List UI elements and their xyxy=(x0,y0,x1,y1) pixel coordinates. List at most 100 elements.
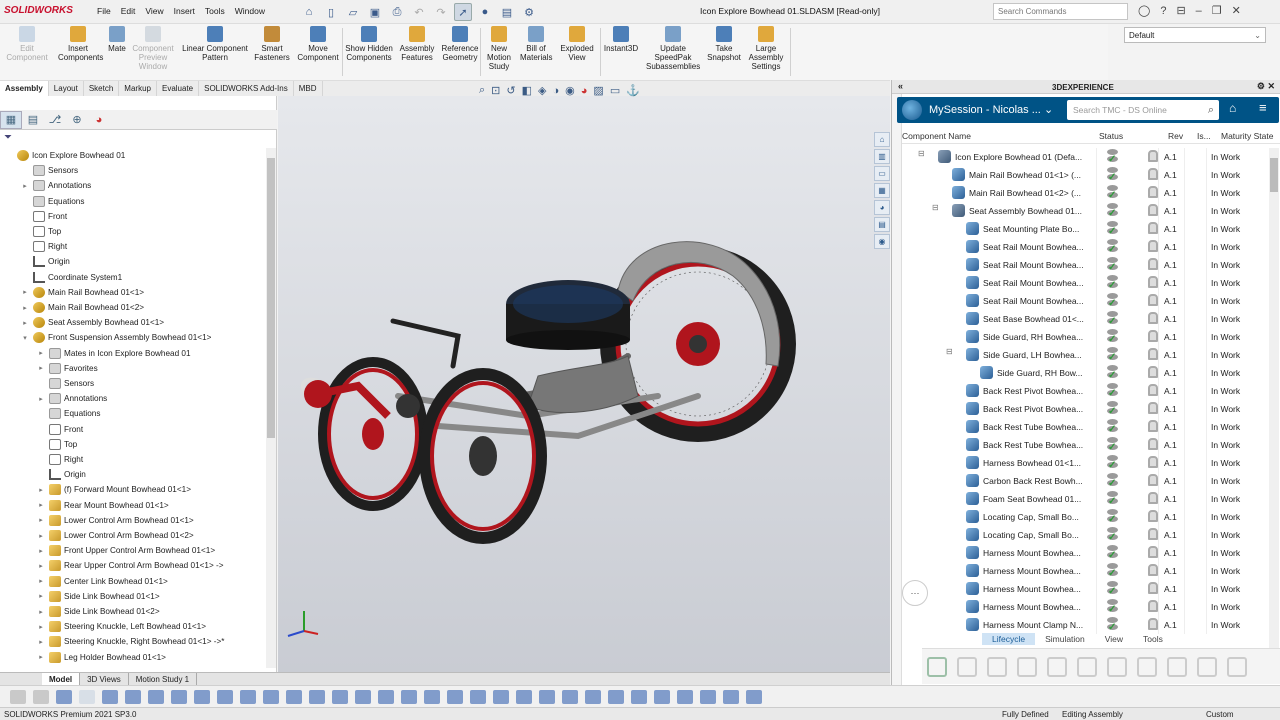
minimize-icon[interactable]: – xyxy=(1196,5,1202,17)
custom-properties-pane-icon[interactable]: ▤ xyxy=(874,217,890,232)
component-row[interactable]: Seat Rail Mount Bowhea... ✓ A.1 In Work xyxy=(902,292,1272,310)
component-row[interactable]: ⊟ Seat Assembly Bowhead 01... ✓ A.1 In Work xyxy=(902,202,1272,220)
user-icon[interactable]: ◯ xyxy=(1138,4,1150,17)
filter-toolbar-icon[interactable] xyxy=(10,689,26,704)
filter-edges-icon[interactable] xyxy=(33,689,49,704)
tree-item[interactable]: Sensors xyxy=(20,163,78,178)
tree-item[interactable]: Right xyxy=(20,239,67,254)
lock-state-icon[interactable] xyxy=(1148,168,1158,180)
select-surface-icon[interactable] xyxy=(194,689,210,704)
tree-scroll-thumb[interactable] xyxy=(267,158,275,438)
component-row[interactable]: ⊟ Icon Explore Bowhead 01 (Defa... ✓ A.1 In … xyxy=(902,148,1272,166)
tree-item[interactable]: ▸ Annotations xyxy=(20,178,91,193)
lock-state-icon[interactable] xyxy=(1148,330,1158,342)
lock-state-icon[interactable] xyxy=(1148,222,1158,234)
action-tab-tools[interactable]: Tools xyxy=(1133,633,1173,645)
select-dimension-icon[interactable] xyxy=(309,689,325,704)
command-assembly-features[interactable]: Assembly Features xyxy=(398,26,436,62)
lock-state-icon[interactable] xyxy=(1148,420,1158,432)
select-axis-icon[interactable] xyxy=(217,689,233,704)
menu-edit[interactable]: Edit xyxy=(121,6,136,16)
expand-toggle-icon[interactable]: ▸ xyxy=(36,486,46,494)
tree-item[interactable]: ▸ Seat Assembly Bowhead 01<1> xyxy=(20,315,164,330)
select-toolbar-icon[interactable] xyxy=(56,689,72,704)
save-to-platform-icon[interactable] xyxy=(927,656,947,677)
lock-state-icon[interactable] xyxy=(1148,546,1158,558)
component-row[interactable]: Carbon Back Rest Bowh... ✓ A.1 In Work xyxy=(902,472,1272,490)
menu-view[interactable]: View xyxy=(145,6,163,16)
select-component-icon[interactable] xyxy=(447,689,463,704)
search-commands-input[interactable]: Search Commands xyxy=(993,3,1128,20)
select-route-icon[interactable] xyxy=(470,689,486,704)
pane-options-icon[interactable]: ⚙ ✕ xyxy=(1257,81,1275,92)
tree-item[interactable]: ▸ (f) Forward Mount Bowhead 01<1> xyxy=(36,482,191,497)
command-edit-component[interactable]: Edit Component xyxy=(4,26,50,62)
action-tab-view[interactable]: View xyxy=(1095,633,1133,645)
expand-toggle-icon[interactable]: ▸ xyxy=(20,288,30,296)
menu-file[interactable]: File xyxy=(97,6,111,16)
select-table-icon[interactable] xyxy=(516,689,532,704)
traffic-light-icon[interactable]: ● xyxy=(476,3,494,21)
select-region-icon[interactable] xyxy=(677,689,693,704)
filter-icon[interactable]: ⏷ xyxy=(4,132,12,143)
collapse-toggle-icon[interactable]: ⊟ xyxy=(946,347,953,356)
tag-icon[interactable]: ⌂ xyxy=(1229,101,1236,115)
component-row[interactable]: Side Guard, RH Bow... ✓ A.1 In Work xyxy=(902,364,1272,382)
component-row[interactable]: Seat Mounting Plate Bo... ✓ A.1 In Work xyxy=(902,220,1272,238)
tab-3d-views[interactable]: 3D Views xyxy=(80,673,129,685)
collapse-pane-icon[interactable]: « xyxy=(898,81,903,91)
column-status[interactable]: Status xyxy=(1099,131,1123,141)
tree-item[interactable]: ▸ Lower Control Arm Bowhead 01<2> xyxy=(36,528,194,543)
select-mesh-icon[interactable] xyxy=(700,689,716,704)
expand-toggle-icon[interactable]: ▸ xyxy=(36,577,46,585)
command-show-hidden-components[interactable]: Show Hidden Components xyxy=(344,26,394,62)
select-tolerance-icon[interactable] xyxy=(401,689,417,704)
select-label-icon[interactable] xyxy=(539,689,555,704)
lock-state-icon[interactable] xyxy=(1148,204,1158,216)
component-row[interactable]: Locating Cap, Small Bo... ✓ A.1 In Work xyxy=(902,508,1272,526)
session-selector[interactable]: MySession - Nicolas ... ⌄ xyxy=(929,103,1053,116)
open-folder-icon[interactable]: ▱ xyxy=(344,3,362,21)
component-row[interactable]: Back Rest Tube Bowhea... ✓ A.1 In Work xyxy=(902,418,1272,436)
file-properties-icon[interactable]: ▤ xyxy=(498,3,516,21)
settings-icon[interactable] xyxy=(1077,656,1097,677)
menu-window[interactable]: Window xyxy=(235,6,265,16)
tree-item[interactable]: Origin xyxy=(36,467,86,482)
tree-item[interactable]: Sensors xyxy=(36,376,94,391)
menu-insert[interactable]: Insert xyxy=(174,6,195,16)
select-misc-icon[interactable] xyxy=(746,689,762,704)
tree-item[interactable]: ▸ Steering Knuckle, Right Bowhead 01<1> -… xyxy=(36,634,224,649)
display-manager-icon[interactable]: ◕ xyxy=(88,111,110,129)
select-edge-icon[interactable] xyxy=(125,689,141,704)
component-row[interactable]: Harness Bowhead 01<1... ✓ A.1 In Work xyxy=(902,454,1272,472)
expand-toggle-icon[interactable]: ▸ xyxy=(36,349,46,357)
action-tab-simulation[interactable]: Simulation xyxy=(1035,633,1095,645)
command-update-speedpak-subassemblies[interactable]: Update SpeedPak Subassemblies xyxy=(646,26,700,71)
tree-item[interactable]: ▸ Lower Control Arm Bowhead 01<1> xyxy=(36,513,194,528)
lock-icon[interactable] xyxy=(957,656,977,677)
tree-item[interactable]: Equations xyxy=(20,194,84,209)
edit-appearance-icon[interactable]: ◕ xyxy=(581,85,588,97)
expand-toggle-icon[interactable]: ▸ xyxy=(36,608,46,616)
select-graphic-icon[interactable] xyxy=(723,689,739,704)
tree-item[interactable]: Top xyxy=(36,437,77,452)
select-note-icon[interactable] xyxy=(332,689,348,704)
tab-model[interactable]: Model xyxy=(42,673,81,685)
tree-item[interactable]: Icon Explore Bowhead 01 xyxy=(4,148,125,163)
expand-toggle-icon[interactable]: ▸ xyxy=(36,638,46,646)
select-plane-icon[interactable] xyxy=(240,689,256,704)
select-mate-icon[interactable] xyxy=(424,689,440,704)
component-row[interactable]: Main Rail Bowhead 01<2> (... ✓ A.1 In Work xyxy=(902,184,1272,202)
share-icon[interactable] xyxy=(1197,656,1217,677)
feature-tree-icon[interactable]: ▦ xyxy=(0,110,22,129)
component-row[interactable]: Seat Rail Mount Bowhea... ✓ A.1 In Work xyxy=(902,238,1272,256)
expand-toggle-icon[interactable]: ▸ xyxy=(36,395,46,403)
hierarchy-icon[interactable] xyxy=(1137,656,1157,677)
options-gear-icon[interactable]: ⚙ xyxy=(520,3,538,21)
expand-toggle-icon[interactable]: ▸ xyxy=(36,516,46,524)
lock-state-icon[interactable] xyxy=(1148,600,1158,612)
view-palette-pane-icon[interactable]: ▦ xyxy=(874,183,890,198)
command-bill-of-materials[interactable]: Bill of Materials xyxy=(520,26,552,62)
unlock-icon[interactable] xyxy=(987,656,1007,677)
column-maturity-state[interactable]: Maturity State xyxy=(1221,131,1273,141)
